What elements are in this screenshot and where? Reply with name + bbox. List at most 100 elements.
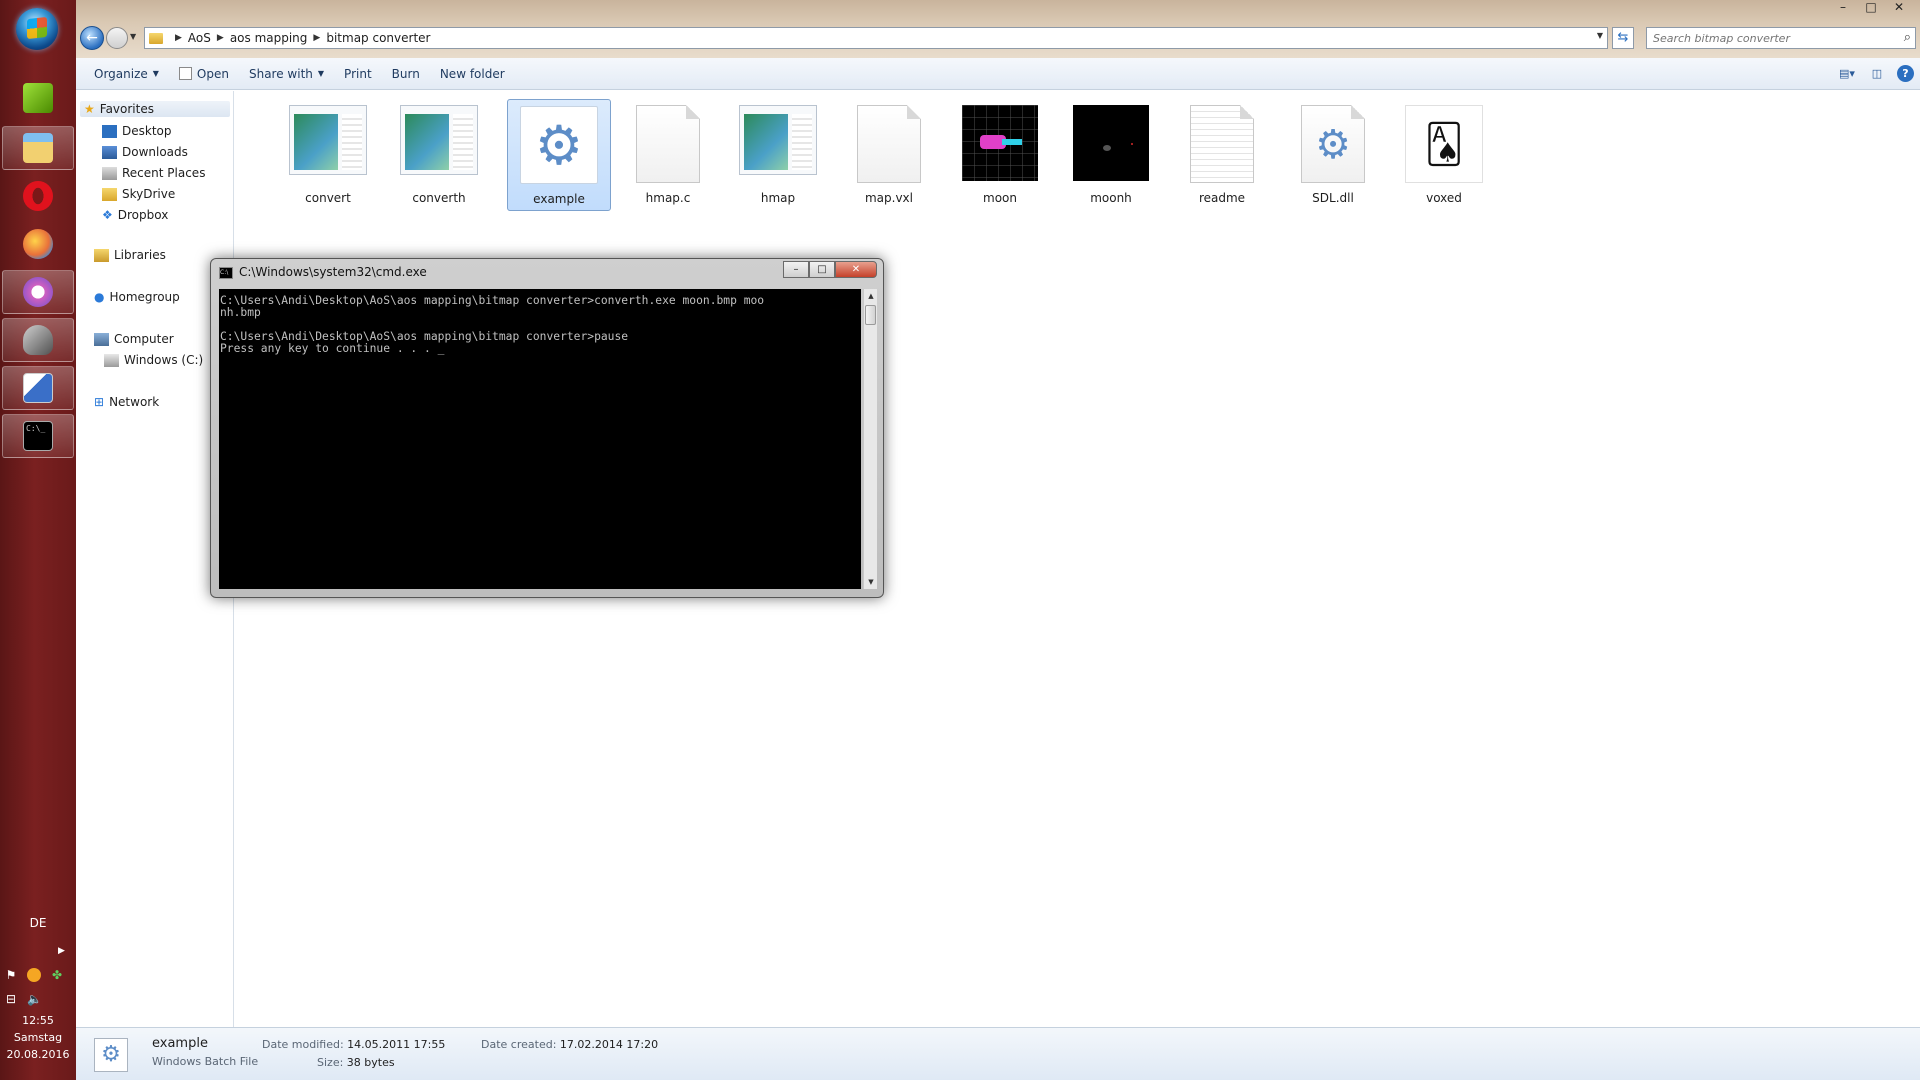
change-view-icon[interactable]: ▤▾ <box>1837 64 1857 82</box>
chevron-right-icon[interactable]: ▶ <box>217 33 224 43</box>
cmd-close-button[interactable]: ✕ <box>835 261 877 278</box>
paint-icon <box>23 229 53 259</box>
taskbar-app-opera[interactable] <box>2 174 74 218</box>
taskbar-app-editor[interactable] <box>2 366 74 410</box>
file-item[interactable]: moonh <box>1068 99 1154 211</box>
start-button[interactable] <box>16 8 58 50</box>
organize-label: Organize <box>94 66 148 81</box>
share-with-button[interactable]: Share with ▼ <box>239 63 334 85</box>
search-input[interactable] <box>1647 28 1887 48</box>
file-item[interactable]: ⚙ SDL.dll <box>1290 99 1376 211</box>
size-label: Size: <box>317 1056 344 1069</box>
network-icon[interactable]: ⊟ <box>4 992 18 1006</box>
paint-editor-icon <box>23 373 53 403</box>
details-size: Size: 38 bytes <box>317 1056 395 1069</box>
forward-button[interactable] <box>106 27 128 49</box>
print-label: Print <box>344 66 372 81</box>
search-icon[interactable]: ⌕ <box>1904 30 1911 45</box>
chevron-right-icon[interactable]: ▶ <box>313 33 320 43</box>
organize-button[interactable]: Organize ▼ <box>84 63 169 85</box>
refresh-button[interactable]: ⇆ <box>1612 27 1634 49</box>
file-item[interactable]: 🂡 voxed <box>1401 99 1487 211</box>
recent-pages-dropdown[interactable]: ▼ <box>130 32 136 41</box>
nav-dropbox[interactable]: ❖ Dropbox <box>102 208 168 222</box>
details-name: example <box>152 1036 208 1051</box>
image-thumbnail <box>1073 105 1149 181</box>
new-folder-button[interactable]: New folder <box>430 63 515 85</box>
cmd-window[interactable]: C:\ C:\Windows\system32\cmd.exe – □ ✕ C:… <box>210 258 884 598</box>
nav-windows-c[interactable]: Windows (C:) <box>104 353 203 367</box>
cmd-minimize-button[interactable]: – <box>783 261 809 278</box>
burn-button[interactable]: Burn <box>382 63 430 85</box>
address-dropdown[interactable]: ▼ <box>1597 31 1603 40</box>
burn-label: Burn <box>391 66 420 81</box>
tray-app-icon[interactable] <box>27 968 41 982</box>
taskbar-app-cmd[interactable]: C:\_ <box>2 414 74 458</box>
clock-day[interactable]: Samstag <box>0 1031 76 1044</box>
media-player-icon <box>23 325 53 355</box>
batch-file-gear-icon: ⚙ <box>534 114 584 177</box>
scrollbar-thumb[interactable] <box>865 305 876 325</box>
close-button[interactable]: ✕ <box>1886 0 1912 16</box>
breadcrumb-aos-mapping[interactable]: aos mapping <box>230 31 308 45</box>
nav-desktop[interactable]: Desktop <box>102 124 172 138</box>
file-item[interactable]: convert <box>285 99 371 211</box>
file-item[interactable]: hmap.c <box>625 99 711 211</box>
language-indicator[interactable]: DE <box>0 916 76 930</box>
print-button[interactable]: Print <box>334 63 382 85</box>
dropbox-icon: ❖ <box>102 208 113 222</box>
open-label: Open <box>196 66 229 81</box>
clock-time[interactable]: 12:55 <box>0 1014 76 1027</box>
cmd-scrollbar[interactable]: ▲ ▼ <box>863 289 877 589</box>
file-name: voxed <box>1426 191 1462 205</box>
tray-network-sync-icon[interactable]: ✤ <box>50 968 64 982</box>
taskbar-app-paint[interactable] <box>2 222 74 266</box>
nav-skydrive[interactable]: SkyDrive <box>102 187 175 201</box>
nav-libraries[interactable]: Libraries <box>94 248 166 262</box>
nav-homegroup[interactable]: ● Homegroup <box>94 290 180 304</box>
help-icon[interactable]: ? <box>1897 64 1914 82</box>
show-hidden-icons-arrow[interactable]: ▶ <box>58 946 65 956</box>
maximize-button[interactable]: □ <box>1858 0 1884 16</box>
date-created-label: Date created: <box>481 1038 557 1051</box>
date-modified-label: Date modified: <box>262 1038 344 1051</box>
cmd-maximize-button[interactable]: □ <box>809 261 835 278</box>
nav-downloads[interactable]: Downloads <box>102 145 188 159</box>
file-item-selected[interactable]: ⚙ example <box>507 99 611 211</box>
cmd-icon[interactable]: C:\ <box>219 267 233 279</box>
drive-icon <box>104 353 119 367</box>
minimize-button[interactable]: – <box>1830 0 1856 16</box>
taskbar-app-nvidia[interactable] <box>2 76 74 120</box>
breadcrumb-aos[interactable]: AoS <box>188 31 211 45</box>
file-name: SDL.dll <box>1312 191 1354 205</box>
nav-computer[interactable]: Computer <box>94 332 174 346</box>
nav-recent-places[interactable]: Recent Places <box>102 166 205 180</box>
open-button[interactable]: Open <box>169 63 239 85</box>
downloads-icon <box>102 145 117 159</box>
volume-icon[interactable]: 🔈 <box>27 992 42 1006</box>
address-bar[interactable]: ▶ AoS ▶ aos mapping ▶ bitmap converter ▼ <box>144 27 1608 49</box>
file-item[interactable]: map.vxl <box>846 99 932 211</box>
search-box: ⌕ <box>1646 27 1916 49</box>
taskbar-app-media-player[interactable] <box>2 318 74 362</box>
nav-favorites[interactable]: ★ Favorites <box>80 101 230 117</box>
file-item[interactable]: hmap <box>735 99 821 211</box>
file-item[interactable]: moon <box>957 99 1043 211</box>
taskbar: C:\_ DE ▶ ⚑ ✤ ⊟ 🔈 12:55 Samstag 20.08.20… <box>0 0 76 1080</box>
console-output-area[interactable]: C:\Users\Andi\Desktop\AoS\aos mapping\bi… <box>219 289 861 589</box>
cmd-icon: C:\_ <box>23 421 53 451</box>
taskbar-app-explorer[interactable] <box>2 126 74 170</box>
nav-network[interactable]: ⊞ Network <box>94 395 159 409</box>
file-item[interactable]: readme <box>1179 99 1265 211</box>
clock-date[interactable]: 20.08.2016 <box>0 1048 76 1061</box>
file-item[interactable]: converth <box>396 99 482 211</box>
breadcrumb-bitmap-converter[interactable]: bitmap converter <box>326 31 430 45</box>
scroll-down-arrow-icon[interactable]: ▼ <box>864 575 878 589</box>
chevron-right-icon[interactable]: ▶ <box>175 33 182 43</box>
preview-pane-icon[interactable]: ◫ <box>1867 64 1887 82</box>
action-center-flag-icon[interactable]: ⚑ <box>4 968 18 982</box>
scroll-up-arrow-icon[interactable]: ▲ <box>864 289 878 303</box>
taskbar-app-itunes[interactable] <box>2 270 74 314</box>
details-date-modified: Date modified: 14.05.2011 17:55 <box>262 1038 445 1051</box>
back-button[interactable]: ← <box>80 26 104 50</box>
